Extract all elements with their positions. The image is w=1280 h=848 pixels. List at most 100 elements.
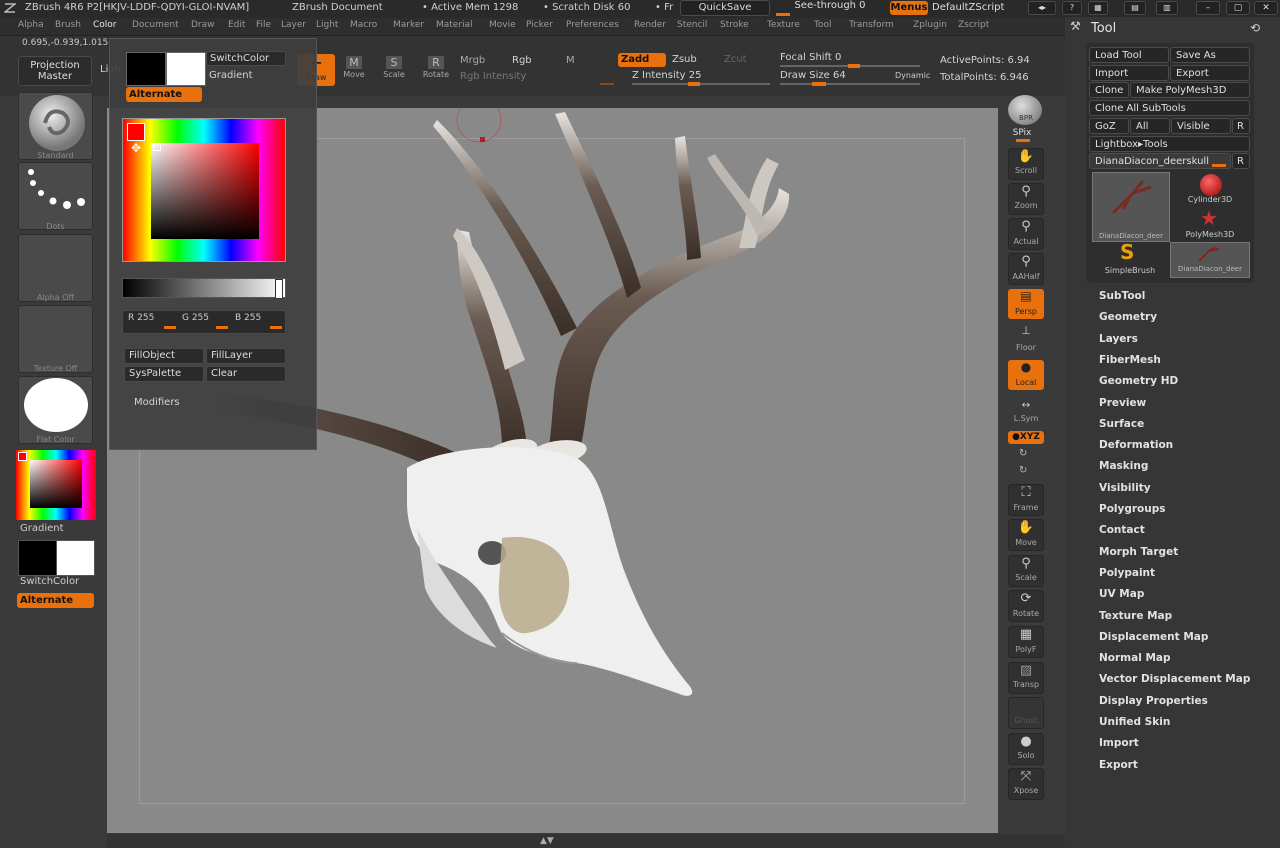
- menu-item-material[interactable]: Material: [436, 20, 473, 30]
- goz-button[interactable]: GoZ: [1089, 118, 1129, 134]
- tool-section-vector-displacement-map[interactable]: Vector Displacement Map: [1099, 673, 1250, 685]
- tool-section-contact[interactable]: Contact: [1099, 524, 1145, 536]
- tool-slider-handle[interactable]: [1212, 164, 1226, 167]
- alternate-button[interactable]: Alternate: [126, 87, 202, 102]
- z-intensity-slider[interactable]: Z Intensity 25: [632, 70, 701, 81]
- menu-item-render[interactable]: Render: [634, 20, 666, 30]
- scale-view-button[interactable]: ⚲: [1008, 555, 1044, 587]
- rotate-y-icon[interactable]: ↻: [1019, 448, 1027, 459]
- menu-item-edit[interactable]: Edit: [228, 20, 245, 30]
- current-tool-name[interactable]: DianaDiacon_deerskull: [1089, 153, 1231, 169]
- menu-item-transform[interactable]: Transform: [849, 20, 894, 30]
- rgb-intensity-slider[interactable]: Rgb Intensity: [460, 71, 526, 82]
- tool-thumb-polymesh3d[interactable]: ★ PolyMesh3D: [1180, 206, 1240, 242]
- m-button[interactable]: M: [566, 55, 575, 66]
- left-secondary-color-swatch[interactable]: [56, 540, 95, 576]
- zcut-button[interactable]: Zcut: [724, 54, 747, 65]
- clear-button[interactable]: Clear: [206, 366, 286, 382]
- tool-section-surface[interactable]: Surface: [1099, 418, 1144, 430]
- minimize-icon[interactable]: –: [1196, 1, 1220, 15]
- import-button[interactable]: Import: [1089, 65, 1169, 81]
- menu-item-macro[interactable]: Macro: [350, 20, 377, 30]
- tool-section-export[interactable]: Export: [1099, 759, 1138, 771]
- tool-section-layers[interactable]: Layers: [1099, 333, 1138, 345]
- tool-section-morph-target[interactable]: Morph Target: [1099, 546, 1178, 558]
- zoom-button[interactable]: ⚲: [1008, 183, 1044, 215]
- tool-section-import[interactable]: Import: [1099, 737, 1139, 749]
- tool-section-geometry-hd[interactable]: Geometry HD: [1099, 375, 1178, 387]
- left-switch-color-button[interactable]: SwitchColor: [20, 576, 79, 587]
- ui-layout-3-icon[interactable]: ▥: [1156, 1, 1178, 15]
- projection-master-button[interactable]: Projection Master: [18, 56, 92, 86]
- tool-section-unified-skin[interactable]: Unified Skin: [1099, 716, 1170, 728]
- lightbox-tools-button[interactable]: Lightbox▸Tools: [1089, 136, 1250, 152]
- menu-item-document[interactable]: Document: [132, 20, 179, 30]
- xpose-button[interactable]: ⤧: [1008, 768, 1044, 800]
- fill-object-button[interactable]: FillObject: [124, 348, 204, 364]
- brush-thumbnail[interactable]: [18, 92, 93, 160]
- tool-thumb-cylinder3d[interactable]: Cylinder3D: [1180, 172, 1240, 206]
- draw-size-handle[interactable]: [812, 82, 826, 86]
- ui-layout-2-icon[interactable]: ▤: [1124, 1, 1146, 15]
- material-thumbnail[interactable]: [18, 376, 93, 444]
- menu-item-color[interactable]: Color: [93, 20, 117, 30]
- load-tool-button[interactable]: Load Tool: [1089, 47, 1169, 63]
- spix-handle[interactable]: [1016, 139, 1030, 142]
- red-slider[interactable]: R 255: [128, 313, 154, 323]
- fill-layer-button[interactable]: FillLayer: [206, 348, 286, 364]
- make-polymesh3d-button[interactable]: Make PolyMesh3D: [1130, 82, 1250, 98]
- main-color-swatch[interactable]: [126, 52, 166, 86]
- menu-item-brush[interactable]: Brush: [55, 20, 81, 30]
- menu-item-tool[interactable]: Tool: [814, 20, 831, 30]
- scale-button[interactable]: S Scale: [380, 56, 408, 88]
- secondary-color-swatch[interactable]: [166, 52, 206, 86]
- left-alternate-button[interactable]: Alternate: [17, 593, 94, 608]
- tool-section-texture-map[interactable]: Texture Map: [1099, 610, 1172, 622]
- zadd-button[interactable]: Zadd: [618, 53, 666, 67]
- scroll-button[interactable]: ✋: [1008, 148, 1044, 180]
- tool-section-display-properties[interactable]: Display Properties: [1099, 695, 1208, 707]
- tool-section-polypaint[interactable]: Polypaint: [1099, 567, 1155, 579]
- rotate-button[interactable]: R Rotate: [420, 56, 452, 88]
- tray-toggle-icon[interactable]: ▲▼: [540, 836, 554, 846]
- tool-thumb-deerskull-2[interactable]: DianaDiacon_deer: [1170, 242, 1250, 278]
- close-icon[interactable]: ✕: [1254, 1, 1278, 15]
- blue-slider[interactable]: B 255: [235, 313, 261, 323]
- menu-item-layer[interactable]: Layer: [281, 20, 306, 30]
- tool-section-uv-map[interactable]: UV Map: [1099, 588, 1144, 600]
- focal-shift-slider[interactable]: Focal Shift 0: [780, 52, 841, 63]
- modifiers-button[interactable]: Modifiers: [134, 397, 180, 408]
- menu-item-alpha[interactable]: Alpha: [18, 20, 44, 30]
- menu-item-texture[interactable]: Texture: [767, 20, 800, 30]
- green-slider-handle[interactable]: [216, 326, 228, 329]
- tool-section-geometry[interactable]: Geometry: [1099, 311, 1157, 323]
- menu-item-preferences[interactable]: Preferences: [566, 20, 619, 30]
- xyz-button[interactable]: ●XYZ: [1008, 431, 1044, 444]
- tool-section-displacement-map[interactable]: Displacement Map: [1099, 631, 1208, 643]
- move-button[interactable]: M Move: [340, 56, 368, 88]
- left-color-picker[interactable]: [16, 450, 96, 522]
- solo-button[interactable]: ●: [1008, 733, 1044, 765]
- stroke-thumbnail[interactable]: [18, 162, 93, 230]
- texture-thumbnail[interactable]: [18, 305, 93, 373]
- red-slider-handle[interactable]: [164, 326, 176, 329]
- goz-r-button[interactable]: R: [1232, 118, 1250, 134]
- export-button[interactable]: Export: [1170, 65, 1250, 81]
- tool-r-button[interactable]: R: [1232, 153, 1250, 169]
- menu-item-file[interactable]: File: [256, 20, 271, 30]
- quicksave-button[interactable]: QuickSave: [680, 0, 770, 16]
- ui-layout-icon[interactable]: ▦: [1088, 1, 1108, 15]
- tool-thumb-simplebrush[interactable]: S SimpleBrush: [1092, 240, 1168, 276]
- gradient-button[interactable]: Gradient: [209, 70, 253, 81]
- clone-button[interactable]: Clone: [1089, 82, 1129, 98]
- menu-item-light[interactable]: Light: [316, 20, 338, 30]
- tool-section-subtool[interactable]: SubTool: [1099, 290, 1145, 302]
- focal-shift-handle[interactable]: [848, 64, 860, 68]
- refresh-icon[interactable]: ⟲: [1250, 21, 1260, 35]
- alpha-thumbnail[interactable]: [18, 234, 93, 302]
- menu-item-stencil[interactable]: Stencil: [677, 20, 707, 30]
- dynamic-toggle[interactable]: Dynamic: [895, 71, 930, 80]
- tool-section-preview[interactable]: Preview: [1099, 397, 1146, 409]
- menu-item-zplugin[interactable]: Zplugin: [913, 20, 947, 30]
- green-slider[interactable]: G 255: [182, 313, 209, 323]
